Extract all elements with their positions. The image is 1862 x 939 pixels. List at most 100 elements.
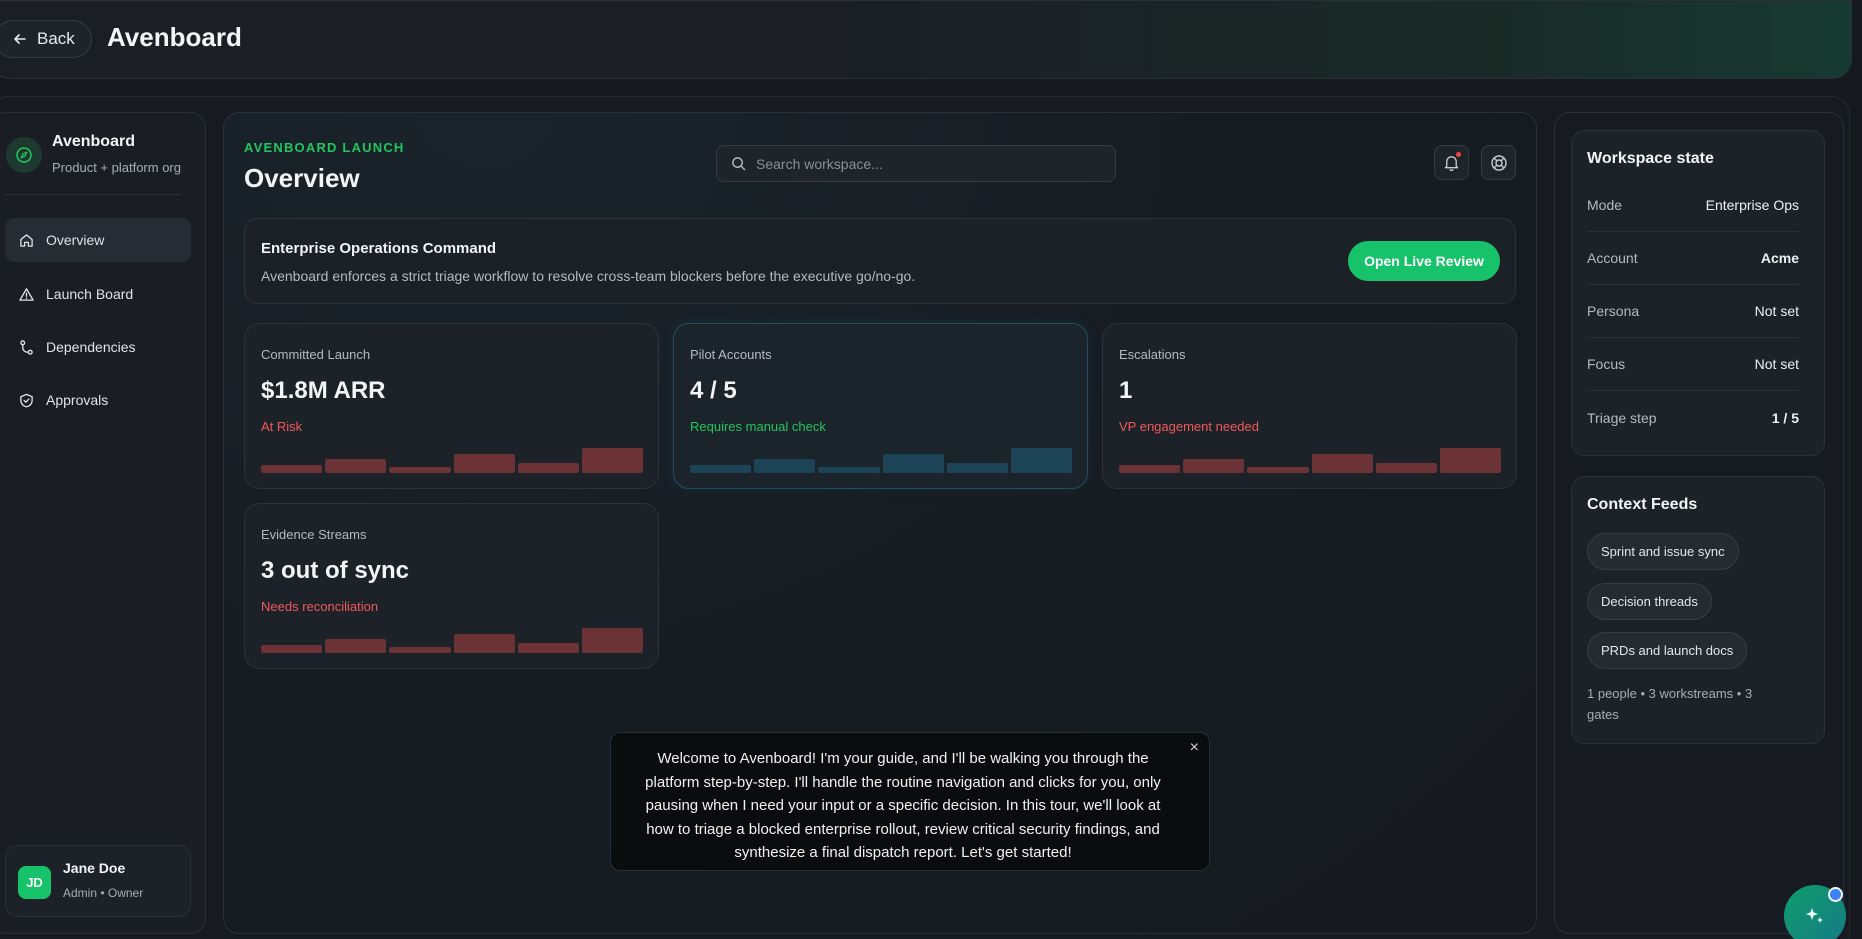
- state-value: Acme: [1760, 250, 1799, 266]
- sidebar-item-approvals[interactable]: Approvals: [5, 378, 191, 422]
- brand-name: Avenboard: [52, 133, 135, 150]
- metric-label: Committed Launch: [261, 347, 371, 362]
- metric-status: Requires manual check: [690, 419, 826, 434]
- sparkline-bar: [946, 462, 1008, 473]
- app-title: Avenboard: [107, 22, 242, 52]
- user-role: Admin • Owner: [63, 886, 144, 900]
- warning-triangle-icon: [19, 287, 34, 301]
- tour-popup: Welcome to Avenboard! I'm your guide, an…: [610, 732, 1210, 871]
- user-card[interactable]: JD Jane Doe Admin • Owner: [5, 845, 191, 917]
- sidebar-item-label: Launch Board: [46, 286, 134, 302]
- state-value: Enterprise Ops: [1705, 197, 1799, 213]
- banner-description: Avenboard enforces a strict triage workf…: [261, 268, 916, 284]
- sparkline: [1119, 447, 1502, 473]
- feed-chip[interactable]: Sprint and issue sync: [1587, 533, 1739, 570]
- metric-value: 1: [1119, 377, 1133, 404]
- state-value: 1 / 5: [1771, 409, 1799, 426]
- page-eyebrow: AVENBOARD LAUNCH: [244, 140, 405, 155]
- sparkline-bar: [389, 646, 451, 653]
- user-name: Jane Doe: [63, 860, 126, 876]
- arrow-left-icon: [14, 34, 26, 44]
- state-key: Triage step: [1587, 409, 1657, 426]
- brand-subtitle: Product + platform org: [52, 160, 181, 175]
- state-row-account: Account Acme: [1587, 232, 1799, 285]
- state-value: Not set: [1754, 356, 1799, 372]
- lifebuoy-icon: [1490, 154, 1507, 171]
- notifications-button[interactable]: [1434, 145, 1469, 180]
- metric-status: At Risk: [261, 419, 303, 434]
- sparkline-bar: [818, 466, 880, 473]
- metric-card-pilot-accounts[interactable]: Pilot Accounts 4 / 5 Requires manual che…: [673, 323, 1088, 489]
- sparkline-bar: [1311, 453, 1373, 473]
- sparkline-bar: [1247, 466, 1309, 473]
- metric-card-evidence-streams[interactable]: Evidence Streams 3 out of sync Needs rec…: [244, 503, 659, 669]
- sparkline-bar: [453, 453, 515, 473]
- sparkline-bar: [261, 465, 323, 473]
- page-title: Overview: [244, 163, 360, 193]
- state-key: Mode: [1587, 197, 1623, 213]
- workspace-state-card: Workspace state Mode Enterprise Ops Acco…: [1571, 130, 1825, 456]
- sidebar-item-launch-board[interactable]: Launch Board: [5, 272, 191, 316]
- branch-icon: [20, 339, 33, 355]
- sparkles-icon: [1806, 908, 1823, 923]
- search-input[interactable]: [756, 155, 1096, 172]
- sidebar-item-dependencies[interactable]: Dependencies: [5, 325, 191, 369]
- state-row-persona: Persona Not set: [1587, 285, 1799, 338]
- sparkline-bar: [325, 638, 387, 653]
- sparkline-bar: [1439, 448, 1502, 473]
- metric-status: VP engagement needed: [1119, 419, 1259, 434]
- metric-card-committed-launch[interactable]: Committed Launch $1.8M ARR At Risk: [244, 323, 659, 489]
- open-live-review-button[interactable]: Open Live Review: [1348, 241, 1500, 281]
- feed-chip[interactable]: PRDs and launch docs: [1587, 632, 1748, 669]
- compass-icon: [6, 137, 42, 173]
- top-bar: [0, 0, 1852, 79]
- right-panel: Workspace state Mode Enterprise Ops Acco…: [1554, 112, 1844, 934]
- state-key: Focus: [1587, 356, 1626, 372]
- feed-chip[interactable]: Decision threads: [1587, 583, 1712, 620]
- sparkline-bar: [1010, 448, 1073, 473]
- state-row-mode: Mode Enterprise Ops: [1587, 179, 1799, 232]
- sparkline-bar: [389, 466, 451, 473]
- sidebar-item-overview[interactable]: Overview: [5, 218, 191, 262]
- sparkline-bar: [1375, 462, 1437, 473]
- sparkline-bar: [1183, 458, 1245, 473]
- sparkline: [261, 627, 644, 653]
- back-button[interactable]: Back: [0, 20, 92, 58]
- workspace-state-title: Workspace state: [1587, 150, 1714, 167]
- sparkline-bar: [690, 465, 752, 473]
- metric-value: 4 / 5: [690, 377, 737, 404]
- sidebar-item-label: Dependencies: [46, 339, 136, 355]
- sparkline: [690, 447, 1073, 473]
- help-button[interactable]: [1481, 145, 1516, 180]
- status-dot: [1828, 887, 1843, 902]
- command-banner: Enterprise Operations Command Avenboard …: [244, 218, 1516, 304]
- search-box[interactable]: [716, 145, 1116, 182]
- sidebar: Avenboard Product + platform org Overvie…: [0, 112, 206, 934]
- tour-message: Welcome to Avenboard! I'm your guide, an…: [645, 750, 1161, 861]
- context-feeds-card: Context Feeds Sprint and issue sync Deci…: [1571, 476, 1825, 744]
- avatar: JD: [18, 866, 51, 899]
- metric-label: Escalations: [1119, 347, 1186, 362]
- metric-value: 3 out of sync: [261, 557, 410, 584]
- home-icon: [20, 233, 33, 247]
- sparkline-bar: [517, 462, 579, 473]
- state-value: Not set: [1754, 303, 1799, 319]
- metric-status: Needs reconciliation: [261, 599, 379, 614]
- sparkline-bar: [581, 448, 644, 473]
- metric-label: Evidence Streams: [261, 527, 367, 542]
- state-key: Persona: [1587, 303, 1640, 319]
- banner-title: Enterprise Operations Command: [261, 240, 497, 257]
- sparkline-bar: [261, 645, 323, 653]
- context-feeds-title: Context Feeds: [1587, 496, 1698, 513]
- metric-card-escalations[interactable]: Escalations 1 VP engagement needed: [1102, 323, 1517, 489]
- sparkline-bar: [517, 642, 579, 653]
- close-icon[interactable]: ×: [1190, 739, 1199, 757]
- state-row-triage-step: Triage step 1 / 5: [1587, 391, 1799, 444]
- state-row-focus: Focus Not set: [1587, 338, 1799, 391]
- metric-label: Pilot Accounts: [690, 347, 772, 362]
- state-key: Account: [1587, 250, 1638, 266]
- notification-dot: [1456, 152, 1461, 157]
- sparkline-bar: [1119, 465, 1181, 473]
- metric-value: $1.8M ARR: [261, 377, 386, 404]
- sidebar-item-label: Overview: [46, 232, 105, 248]
